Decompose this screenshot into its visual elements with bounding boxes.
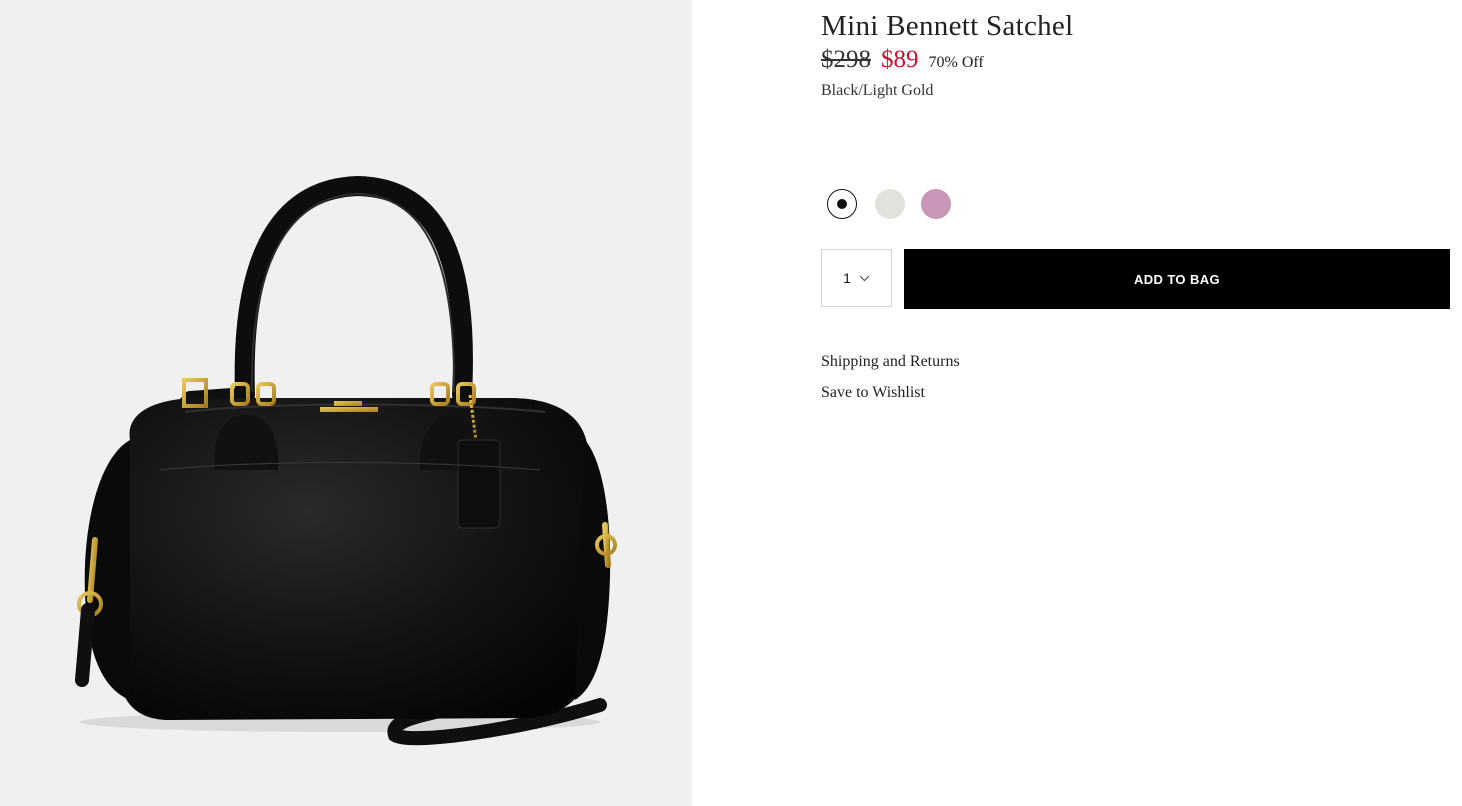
quantity-value: 1	[843, 270, 851, 286]
price-row: $298 $89 70% Off	[821, 46, 984, 74]
product-image-panel[interactable]	[0, 0, 692, 806]
swatch-black-light-gold[interactable]	[827, 189, 857, 219]
product-image	[75, 175, 617, 746]
selected-color-name: Black/Light Gold	[821, 82, 934, 99]
add-to-bag-button[interactable]: ADD TO BAG	[904, 249, 1450, 309]
product-title: Mini Bennett Satchel	[821, 10, 1074, 42]
swatch-light-grey[interactable]	[875, 189, 905, 219]
original-price: $298	[821, 46, 871, 73]
discount-label: 70% Off	[928, 54, 984, 71]
shipping-returns-link[interactable]: Shipping and Returns	[821, 353, 960, 371]
sale-price: $89	[881, 46, 919, 73]
quantity-select[interactable]: 1	[821, 249, 892, 307]
swatch-mauve[interactable]	[921, 189, 951, 219]
save-to-wishlist-link[interactable]: Save to Wishlist	[821, 384, 925, 402]
selected-dot-icon	[837, 199, 847, 209]
chevron-down-icon	[859, 275, 870, 281]
